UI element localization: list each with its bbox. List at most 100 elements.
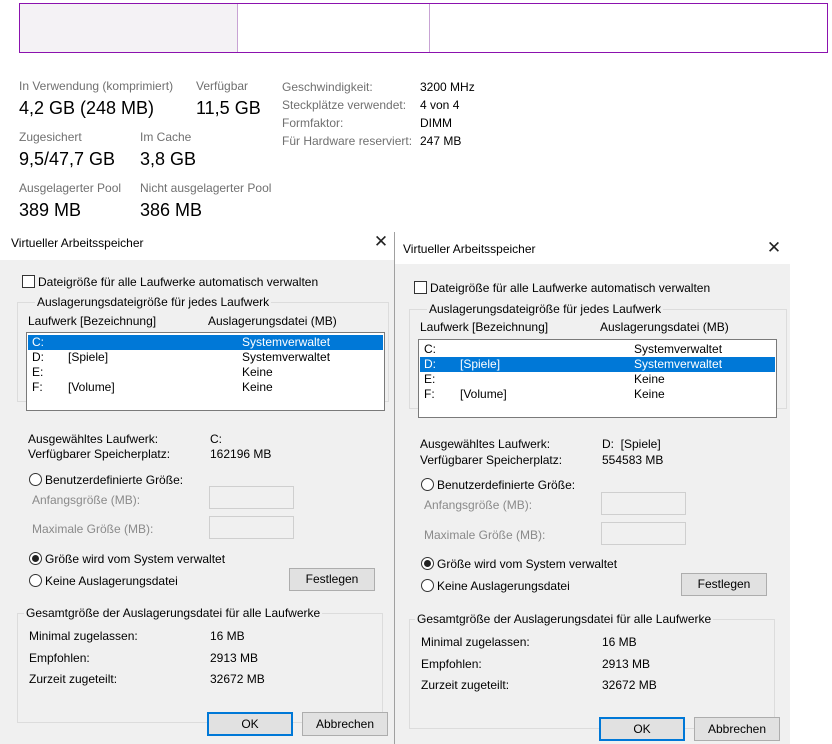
drive-letter: F: [424, 387, 435, 401]
paged-pool-value: 389 MB [19, 200, 82, 220]
spec-slots-label: Steckplätze verwendet: [282, 98, 407, 112]
initial-size-label: Anfangsgröße (MB): [32, 493, 141, 507]
drive-pagefile: Systemverwaltet [242, 350, 331, 364]
recommended-value: 2913 MB [210, 651, 259, 665]
drive-letter: E: [424, 372, 436, 386]
free-space-label: Verfügbarer Speicherplatz: [420, 453, 563, 467]
system-managed-radio[interactable] [29, 552, 42, 565]
close-icon[interactable]: ✕ [766, 239, 782, 256]
in-use-label: In Verwendung (komprimiert) [19, 79, 174, 93]
spec-reserved-value: 247 MB [420, 134, 462, 148]
cancel-button[interactable]: Abbrechen [694, 717, 780, 741]
system-managed-label: Größe wird vom System verwaltet [45, 552, 226, 566]
drive-letter: C: [32, 335, 44, 349]
memory-in-use-segment [20, 4, 238, 52]
selected-drive-label: Ausgewähltes Laufwerk: [28, 432, 159, 446]
cancel-button[interactable]: Abbrechen [302, 712, 388, 736]
auto-manage-checkbox[interactable] [22, 275, 35, 288]
allocated-label: Zurzeit zugeteilt: [421, 678, 510, 692]
min-allowed-value: 16 MB [210, 629, 245, 643]
no-pagefile-radio[interactable] [421, 579, 434, 592]
cached-label: Im Cache [140, 130, 192, 144]
available-label: Verfügbar [196, 79, 249, 93]
min-allowed-value: 16 MB [602, 635, 637, 649]
drive-letter: E: [32, 365, 44, 379]
drive-row-d[interactable]: D: [Spiele] Systemverwaltet [420, 357, 775, 372]
no-pagefile-radio[interactable] [29, 574, 42, 587]
initial-size-input[interactable] [209, 486, 294, 509]
custom-size-radio[interactable] [29, 473, 42, 486]
spec-speed-value: 3200 MHz [420, 80, 475, 94]
drive-pagefile: Keine [634, 387, 665, 401]
paged-pool-label: Ausgelagerter Pool [19, 181, 122, 195]
max-size-input[interactable] [209, 516, 294, 539]
cached-value: 3,8 GB [140, 149, 197, 169]
auto-manage-label: Dateigröße für alle Laufwerke automatisc… [38, 275, 319, 289]
drive-row-c[interactable]: C: Systemverwaltet [420, 342, 775, 357]
dialog-body: Dateigröße für alle Laufwerke automatisc… [395, 264, 790, 744]
drive-letter: D: [424, 357, 436, 371]
set-button[interactable]: Festlegen [681, 573, 767, 596]
auto-manage-checkbox[interactable] [414, 281, 427, 294]
no-pagefile-label: Keine Auslagerungsdatei [45, 574, 178, 588]
per-drive-group-title: Auslagerungsdateigröße für jedes Laufwer… [427, 302, 664, 316]
custom-size-label: Benutzerdefinierte Größe: [45, 473, 184, 487]
drive-pagefile: Keine [242, 380, 273, 394]
spec-speed-label: Geschwindigkeit: [282, 80, 373, 94]
drive-label: [Volume] [460, 387, 507, 401]
virtual-memory-dialog-1: Virtueller Arbeitsspeicher ✕ Dateigröße … [0, 228, 394, 744]
drive-row-f[interactable]: F: [Volume] Keine [28, 380, 383, 395]
drive-row-f[interactable]: F: [Volume] Keine [420, 387, 775, 402]
drive-row-e[interactable]: E: Keine [28, 365, 383, 380]
max-size-label: Maximale Größe (MB): [32, 522, 154, 536]
custom-size-label: Benutzerdefinierte Größe: [437, 478, 576, 492]
drive-label: [Spiele] [68, 350, 109, 364]
dialog-body: Dateigröße für alle Laufwerke automatisc… [0, 260, 394, 744]
recommended-label: Empfohlen: [29, 651, 90, 665]
spec-formfactor-label: Formfaktor: [282, 116, 344, 130]
allocated-value: 32672 MB [602, 678, 657, 692]
selected-drive-value: D: [Spiele] [602, 437, 661, 451]
spec-reserved-label: Für Hardware reserviert: [282, 134, 413, 148]
col-drive-header: Laufwerk [Bezeichnung] [28, 314, 157, 328]
col-pagefile-header: Auslagerungsdatei (MB) [208, 314, 337, 328]
initial-size-label: Anfangsgröße (MB): [424, 498, 533, 512]
col-pagefile-header: Auslagerungsdatei (MB) [600, 320, 729, 334]
available-value: 11,5 GB [196, 98, 261, 118]
dialog-title: Virtueller Arbeitsspeicher [403, 242, 536, 256]
ok-button[interactable]: OK [599, 717, 685, 741]
total-size-group-title: Gesamtgröße der Auslagerungsdatei für al… [415, 612, 714, 626]
recommended-value: 2913 MB [602, 657, 651, 671]
free-space-value: 162196 MB [210, 447, 272, 461]
drive-row-e[interactable]: E: Keine [420, 372, 775, 387]
initial-size-input[interactable] [601, 492, 686, 515]
allocated-value: 32672 MB [210, 672, 265, 686]
selected-drive-value: C: [210, 432, 222, 446]
dialog-title: Virtueller Arbeitsspeicher [11, 236, 144, 250]
ok-button[interactable]: OK [207, 712, 293, 736]
close-icon[interactable]: ✕ [373, 233, 389, 250]
spec-formfactor-value: DIMM [420, 116, 452, 130]
drive-pagefile: Systemverwaltet [634, 342, 723, 356]
free-space-label: Verfügbarer Speicherplatz: [28, 447, 171, 461]
custom-size-radio[interactable] [421, 478, 434, 491]
drive-list[interactable]: C: Systemverwaltet D: [Spiele] Systemver… [26, 332, 385, 411]
total-size-group-title: Gesamtgröße der Auslagerungsdatei für al… [24, 606, 323, 620]
selected-drive-label: Ausgewähltes Laufwerk: [420, 437, 551, 451]
drive-letter: C: [424, 342, 436, 356]
spec-slots-value: 4 von 4 [420, 98, 460, 112]
in-use-value: 4,2 GB (248 MB) [19, 98, 155, 118]
drive-pagefile: Keine [634, 372, 665, 386]
min-allowed-label: Minimal zugelassen: [421, 635, 530, 649]
set-button[interactable]: Festlegen [289, 568, 375, 591]
drive-list[interactable]: C: Systemverwaltet D: [Spiele] Systemver… [418, 339, 777, 418]
col-drive-header: Laufwerk [Bezeichnung] [420, 320, 549, 334]
no-pagefile-label: Keine Auslagerungsdatei [437, 579, 570, 593]
max-size-input[interactable] [601, 522, 686, 545]
drive-row-d[interactable]: D: [Spiele] Systemverwaltet [28, 350, 383, 365]
system-managed-radio[interactable] [421, 557, 434, 570]
drive-row-c[interactable]: C: Systemverwaltet [28, 335, 383, 350]
allocated-label: Zurzeit zugeteilt: [29, 672, 118, 686]
system-managed-label: Größe wird vom System verwaltet [437, 557, 618, 571]
committed-label: Zugesichert [19, 130, 82, 144]
